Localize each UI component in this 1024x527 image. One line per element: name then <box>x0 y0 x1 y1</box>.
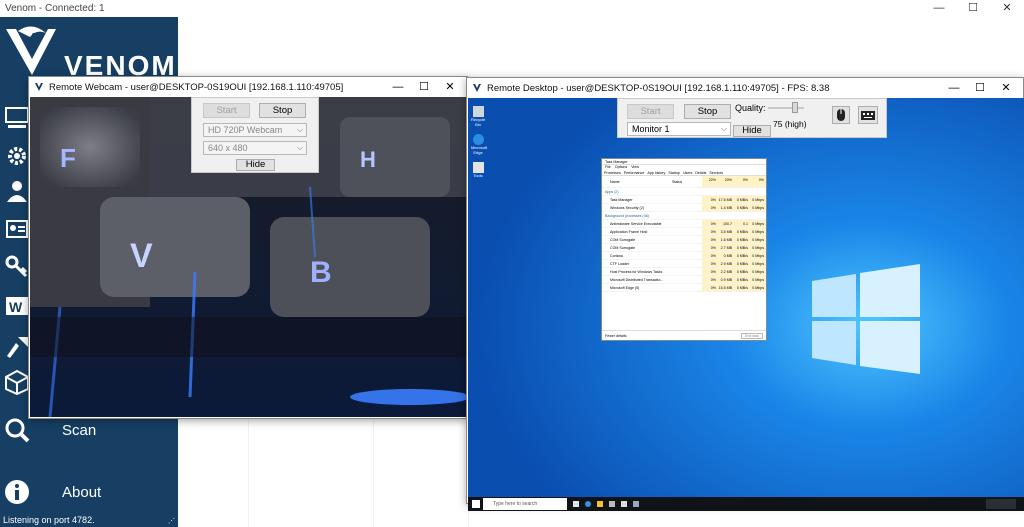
process-row[interactable]: COM Surrogate 0% 1.6 MB 0 MB/s 0 Mbps <box>602 236 766 244</box>
close-button[interactable]: ✕ <box>437 77 463 97</box>
remote-webcam-window: Remote Webcam - user@DESKTOP-0S19OUI [19… <box>28 76 468 419</box>
gear-icon <box>8 147 26 165</box>
venom-logo: VENOM <box>6 26 174 81</box>
webcam-window-title: Remote Webcam - user@DESKTOP-0S19OUI [19… <box>49 81 344 93</box>
desktop-control-panel: Start Stop Monitor 1 Quality: 75 (high) … <box>617 98 887 138</box>
process-row[interactable]: Microsoft Edge (5) 0% 15.5 MB 0 MB/s 0 Mbps <box>602 284 766 292</box>
magnifier-icon <box>5 418 30 443</box>
app-window-controls: — ☐ ✕ <box>922 0 1024 17</box>
id-card-icon <box>6 220 28 238</box>
task-manager-header: Name Status 22% 20% 0% 0% <box>602 176 766 188</box>
process-row[interactable]: Task Manager 0% 17.5 MB 0 MB/s 0 Mbps <box>602 196 766 204</box>
app-titlebar: Venom - Connected: 1 — ☐ ✕ <box>0 0 1024 17</box>
stop-button[interactable]: Stop <box>684 104 731 119</box>
info-icon <box>5 480 29 504</box>
mouse-icon <box>837 109 845 121</box>
webcam-device-select[interactable]: HD 720P Webcam <box>203 123 307 137</box>
maximize-button[interactable]: ☐ <box>411 77 437 97</box>
sidebar-item-label: About <box>62 483 102 501</box>
webcam-control-panel: Start Stop HD 720P Webcam 640 x 480 Hide <box>191 97 319 173</box>
app-icon <box>473 84 481 92</box>
explorer-taskbar-icon[interactable] <box>597 501 603 507</box>
webcam-titlebar: Remote Webcam - user@DESKTOP-0S19OUI [19… <box>29 77 467 97</box>
app-taskbar-icon[interactable] <box>621 501 627 507</box>
taskbar-search[interactable]: Type here to search <box>483 498 567 510</box>
process-row[interactable]: Host Process for Windows Tasks 0% 2.2 MB 0 … <box>602 268 766 276</box>
key-h-label: H <box>360 147 376 172</box>
tab-details[interactable]: Details <box>695 170 706 175</box>
end-task-button[interactable]: End task <box>741 332 763 339</box>
desktop-icon-tools[interactable]: Tools <box>471 162 485 178</box>
remote-screen[interactable]: Recycle Bin Microsoft Edge Tools Task Ma… <box>468 98 1024 511</box>
process-row[interactable]: Cortana 0% 0 MB 0 MB/s 0 Mbps <box>602 252 766 260</box>
close-button[interactable]: ✕ <box>990 0 1024 17</box>
desktop-icon-edge[interactable]: Microsoft Edge <box>471 134 487 155</box>
mouse-toggle-button[interactable] <box>832 106 850 124</box>
tab-app-history[interactable]: App history <box>647 170 665 175</box>
resize-grip-icon[interactable]: ⋰ <box>168 517 176 525</box>
hide-button[interactable]: Hide <box>236 159 275 171</box>
taskmgr-taskbar-icon[interactable] <box>633 501 639 507</box>
quality-slider-thumb[interactable] <box>792 102 798 113</box>
minimize-button[interactable]: — <box>385 77 411 97</box>
minimize-button[interactable]: — <box>922 0 956 17</box>
keyboard-icon <box>861 111 875 120</box>
quality-value: 75 (high) <box>773 119 807 129</box>
quality-slider-track[interactable] <box>768 107 804 109</box>
process-row[interactable]: Antimalware Service Executable0%100.7 MB… <box>602 220 766 234</box>
task-manager-group: Apps (2) <box>602 188 766 196</box>
user-icon <box>7 181 27 202</box>
windows-start-icon[interactable] <box>472 500 480 508</box>
keyboard-toggle-button[interactable] <box>858 106 878 124</box>
close-button[interactable]: ✕ <box>993 78 1019 98</box>
fewer-details-link[interactable]: Fewer details <box>605 334 626 338</box>
app-icon <box>35 83 43 91</box>
start-button[interactable]: Start <box>203 103 250 118</box>
tab-startup[interactable]: Startup <box>668 170 680 175</box>
desktop-titlebar: Remote Desktop - user@DESKTOP-0S19OUI [1… <box>467 78 1023 98</box>
start-button[interactable]: Start <box>627 104 674 119</box>
monitor-icon <box>5 107 29 128</box>
tab-performance[interactable]: Performance <box>624 170 645 175</box>
monitor-select[interactable]: Monitor 1 <box>627 122 731 136</box>
maximize-button[interactable]: ☐ <box>956 0 990 17</box>
store-taskbar-icon[interactable] <box>609 501 615 507</box>
svg-text:W: W <box>9 299 23 315</box>
status-bar: Listening on port 4782. <box>0 513 178 527</box>
word-icon: W <box>6 297 28 315</box>
process-row[interactable]: COM Surrogate 0% 2.7 MB 0 MB/s 0 Mbps <box>602 244 766 252</box>
desktop-icon-recycle-bin[interactable]: Recycle Bin <box>471 106 485 127</box>
remote-desktop-window: Remote Desktop - user@DESKTOP-0S19OUI [1… <box>466 77 1024 511</box>
sidebar-item-label: Scan <box>62 421 97 439</box>
tab-processes[interactable]: Processes <box>604 170 621 175</box>
tab-users[interactable]: Users <box>683 170 692 175</box>
edge-taskbar-icon[interactable] <box>585 501 591 507</box>
process-row[interactable]: Microsoft Distributed Transactio... 0% 0.9… <box>602 276 766 284</box>
process-row[interactable]: Application Frame Host 0% 3.5 MB 0 MB/s 0 Mb… <box>602 228 766 236</box>
key-b-label: B <box>310 256 332 289</box>
sidebar-item-about[interactable]: About <box>0 473 178 511</box>
key-icon <box>5 255 28 278</box>
app-title: Venom - Connected: 1 <box>5 3 105 14</box>
minimize-button[interactable]: — <box>941 78 967 98</box>
package-icon <box>5 369 29 395</box>
resolution-select[interactable]: 640 x 480 <box>203 141 307 155</box>
stop-button[interactable]: Stop <box>259 103 306 118</box>
task-manager-process-list: Apps (2) Task Manager 0% 17.5 MB 0 MB/s 0 Mbp… <box>602 188 766 292</box>
maximize-button[interactable]: ☐ <box>967 78 993 98</box>
system-tray[interactable] <box>986 499 1016 509</box>
process-row[interactable]: CTF Loader 0% 2.9 MB 0 MB/s 0 Mbps <box>602 260 766 268</box>
task-manager-window[interactable]: Task Manager File Options View Processes… <box>601 158 767 341</box>
process-row[interactable]: Windows Security (2) 0% 1.4 MB 0 MB/s 0 Mbps <box>602 204 766 212</box>
remote-taskbar: Type here to search <box>468 497 1024 511</box>
task-manager-group: Background processes (46) <box>602 212 766 220</box>
key-v-label: V <box>130 237 153 275</box>
desktop-window-title: Remote Desktop - user@DESKTOP-0S19OUI [1… <box>487 82 830 94</box>
key-f-label: F <box>60 143 76 173</box>
tools-icon <box>7 337 28 358</box>
task-view-icon[interactable] <box>573 501 579 507</box>
quality-label: Quality: <box>735 103 766 113</box>
tab-services[interactable]: Services <box>709 170 723 175</box>
hide-button[interactable]: Hide <box>733 125 771 137</box>
